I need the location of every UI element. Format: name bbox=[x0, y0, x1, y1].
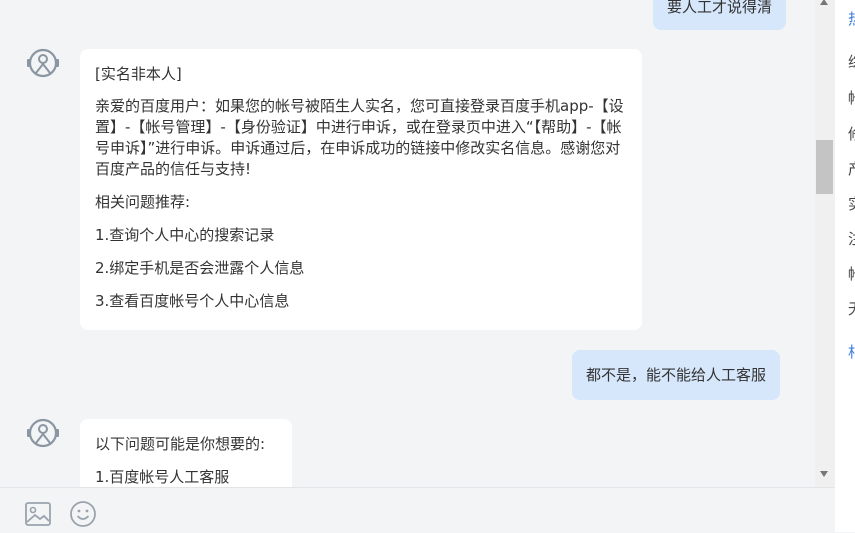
user-message: 要人工才说得清 bbox=[653, 0, 787, 30]
scroll-up-icon[interactable] bbox=[820, 0, 828, 5]
bot-message: 以下问题可能是你想要的: 1.百度帐号人工客服 bbox=[80, 419, 292, 487]
input-toolbar bbox=[0, 487, 835, 533]
side-panel-item[interactable]: 帐 bbox=[848, 263, 855, 284]
side-panel-item[interactable]: 注 bbox=[848, 228, 855, 249]
side-panel-title: 热 bbox=[848, 8, 855, 29]
scrollbar-track[interactable] bbox=[815, 0, 835, 487]
side-panel-item[interactable]: 无 bbox=[848, 298, 855, 319]
emoji-icon[interactable] bbox=[69, 500, 97, 528]
image-icon[interactable] bbox=[24, 500, 52, 528]
chat-area: 要人工才说得清 [实名非本人] 亲爱的百度用户：如果您的帐号被陌生人实名，您可直… bbox=[0, 0, 815, 487]
recommend-link-1[interactable]: 1.百度帐号人工客服 bbox=[95, 467, 277, 487]
user-message-text: 都不是，能不能给人工客服 bbox=[586, 366, 767, 384]
bot-avatar-icon bbox=[27, 48, 59, 78]
user-message-text: 要人工才说得清 bbox=[667, 0, 773, 16]
side-panel-item[interactable]: 综 bbox=[848, 51, 855, 72]
side-panel-item[interactable]: 帐 bbox=[848, 87, 855, 108]
user-message: 都不是，能不能给人工客服 bbox=[572, 350, 781, 400]
side-panel-item[interactable]: 修 bbox=[848, 123, 855, 144]
side-panel: 热 综 帐 修 产 实 注 帐 无 相 bbox=[835, 0, 855, 532]
bot-message-intro: 以下问题可能是你想要的: bbox=[95, 435, 266, 453]
side-panel-link[interactable]: 相 bbox=[848, 341, 855, 362]
side-panel-item[interactable]: 实 bbox=[848, 193, 855, 214]
bot-message: [实名非本人] 亲爱的百度用户：如果您的帐号被陌生人实名，您可直接登录百度手机a… bbox=[80, 49, 642, 330]
recommend-link-3[interactable]: 3.查看百度帐号个人中心信息 bbox=[95, 291, 627, 312]
recommend-link-2[interactable]: 2.绑定手机是否会泄露个人信息 bbox=[95, 258, 627, 279]
bot-message-title: [实名非本人] bbox=[95, 65, 182, 83]
bot-avatar-icon bbox=[27, 418, 59, 448]
recommend-link-1[interactable]: 1.查询个人中心的搜索记录 bbox=[95, 225, 627, 246]
side-panel-item[interactable]: 产 bbox=[848, 158, 855, 179]
scroll-down-icon[interactable] bbox=[820, 471, 828, 477]
recommend-heading: 相关问题推荐: bbox=[95, 193, 191, 211]
bot-message-body: 亲爱的百度用户：如果您的帐号被陌生人实名，您可直接登录百度手机app-【设置】-… bbox=[95, 97, 624, 178]
scrollbar-thumb[interactable] bbox=[816, 140, 833, 194]
